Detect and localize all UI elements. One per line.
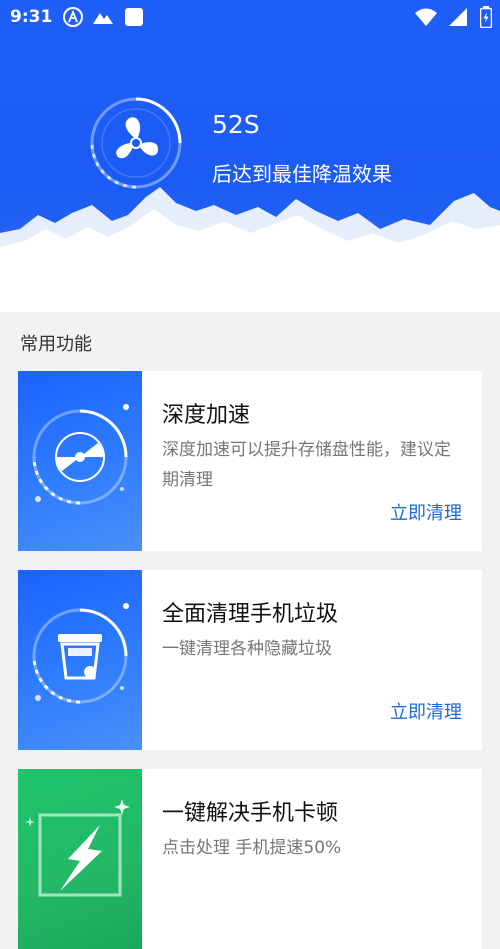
card-desc: 深度加速可以提升存储盘性能，建议定期清理 [162, 440, 451, 490]
countdown-value: 52S [212, 110, 260, 139]
square-icon [124, 6, 144, 33]
a-circle-icon [62, 6, 84, 33]
wifi-icon [414, 7, 438, 32]
card-thumb [18, 371, 142, 551]
clean-now-button[interactable]: 立即清理 [390, 698, 462, 724]
lightning-icon [25, 799, 130, 897]
card-title: 一键解决手机卡顿 [162, 801, 339, 826]
mountain-illustration [0, 187, 500, 312]
card-title: 深度加速 [162, 403, 251, 428]
section-title: 常用功能 [20, 334, 92, 355]
trash-icon [32, 603, 129, 704]
card-desc: 点击处理 手机提速50% [162, 838, 342, 858]
card-desc: 一键清理各种隐藏垃圾 [162, 639, 332, 659]
card-thumb [18, 570, 142, 750]
card-deep-speedup[interactable]: 深度加速 深度加速可以提升存储盘性能，建议定期清理 立即清理 [18, 371, 482, 551]
clean-now-button[interactable]: 立即清理 [390, 499, 462, 525]
battery-icon [479, 6, 493, 33]
card-thumb [18, 769, 142, 949]
disc-icon [32, 404, 129, 505]
cooling-subtitle: 后达到最佳降温效果 [212, 162, 392, 186]
card-junk-clean[interactable]: 全面清理手机垃圾 一键清理各种隐藏垃圾 立即清理 [18, 570, 482, 750]
mountain-icon [92, 9, 114, 30]
fan-icon [88, 95, 184, 191]
card-fix-lag[interactable]: 一键解决手机卡顿 点击处理 手机提速50% [18, 769, 482, 949]
card-title: 全面清理手机垃圾 [162, 602, 339, 627]
status-time: 9:31 [10, 7, 53, 27]
signal-icon [448, 7, 468, 32]
status-bar: 9:31 [0, 0, 500, 36]
status-icons [414, 6, 493, 33]
hero-banner: 9:31 52S 后达到最佳降温效果 [0, 0, 500, 312]
